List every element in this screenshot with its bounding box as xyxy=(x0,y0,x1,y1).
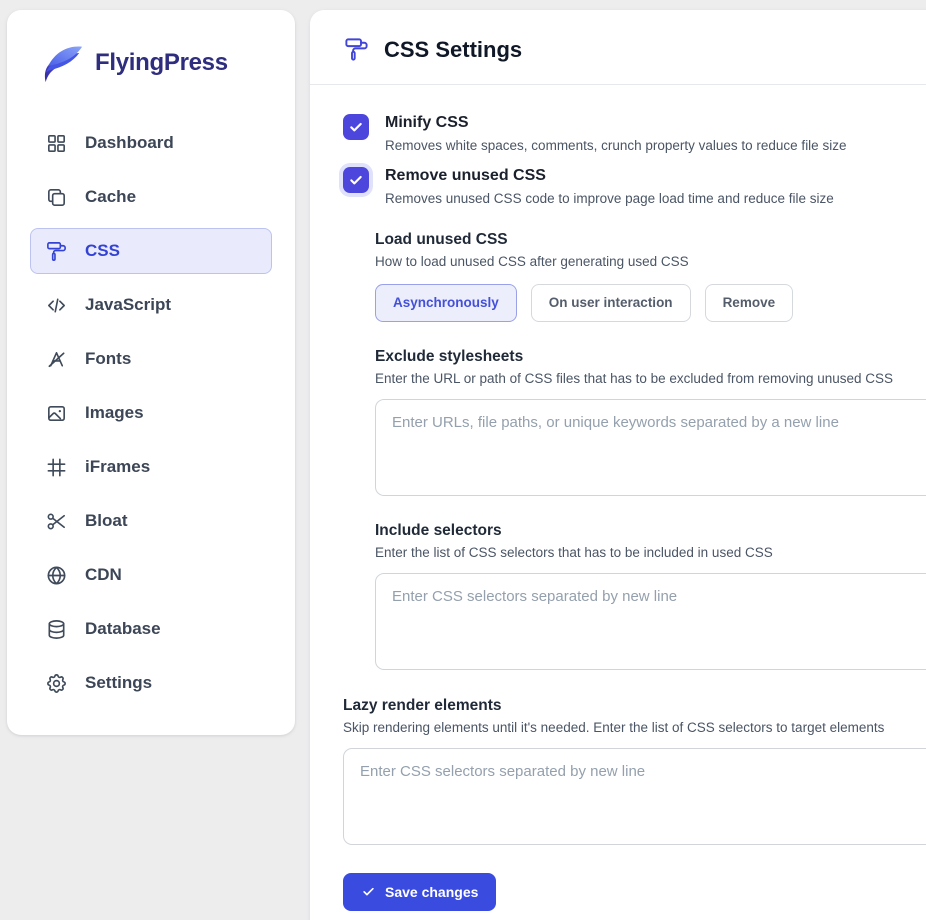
frame-icon xyxy=(45,456,68,479)
sidebar-item-label: Cache xyxy=(85,187,137,206)
include-selectors-field: Include selectors Enter the list of CSS … xyxy=(375,522,926,670)
logo-text: FlyingPress xyxy=(95,49,228,76)
exclude-stylesheets-textarea[interactable] xyxy=(375,398,926,496)
database-icon xyxy=(45,618,68,641)
sidebar-item-javascript[interactable]: JavaScript xyxy=(30,282,272,328)
grid-icon xyxy=(45,132,68,155)
globe-icon xyxy=(45,564,68,587)
lazy-render-label: Lazy render elements xyxy=(343,696,502,714)
sidebar-item-images[interactable]: Images xyxy=(30,390,272,436)
paint-roller-icon xyxy=(343,36,370,63)
gear-icon xyxy=(45,672,68,695)
sidebar-item-label: JavaScript xyxy=(85,295,171,314)
paint-roller-icon xyxy=(45,240,68,263)
letter-a-icon xyxy=(45,348,68,371)
scissors-icon xyxy=(45,510,68,533)
save-changes-button[interactable]: Save changes xyxy=(343,872,497,911)
flyingpress-wing-icon xyxy=(38,40,84,86)
lazy-render-field: Lazy render elements Skip rendering elem… xyxy=(343,697,926,845)
sidebar-item-database[interactable]: Database xyxy=(30,606,272,652)
sidebar-item-label: Fonts xyxy=(85,349,132,368)
exclude-stylesheets-description: Enter the URL or path of CSS files that … xyxy=(375,370,894,386)
sidebar-item-label: iFrames xyxy=(85,457,151,476)
sidebar-item-cdn[interactable]: CDN xyxy=(30,552,272,598)
photo-icon xyxy=(45,402,68,425)
sidebar-item-label: CSS xyxy=(85,241,120,260)
option-remove[interactable]: Remove xyxy=(704,283,794,322)
sidebar-nav: Dashboard Cache CSS JavaScript Fonts Ima… xyxy=(30,120,272,706)
sidebar-item-label: Settings xyxy=(85,673,153,692)
check-icon xyxy=(361,884,376,899)
copy-icon xyxy=(45,186,68,209)
remove-unused-css-row: Remove unused CSS Removes unused CSS cod… xyxy=(343,166,926,206)
sidebar-item-label: Dashboard xyxy=(85,133,174,152)
minify-css-checkbox[interactable] xyxy=(343,114,369,140)
lazy-render-description: Skip rendering elements until it's neede… xyxy=(343,719,885,735)
sidebar-item-css[interactable]: CSS xyxy=(30,228,272,274)
page-header: CSS Settings xyxy=(310,10,926,85)
exclude-stylesheets-field: Exclude stylesheets Enter the URL or pat… xyxy=(375,348,926,496)
load-unused-css-group: Load unused CSS How to load unused CSS a… xyxy=(375,231,926,322)
sidebar: FlyingPress Dashboard Cache CSS JavaScri… xyxy=(7,10,295,735)
minify-css-label: Minify CSS xyxy=(385,114,469,131)
load-unused-css-options: Asynchronously On user interaction Remov… xyxy=(375,283,926,322)
save-changes-label: Save changes xyxy=(385,883,479,900)
sidebar-item-bloat[interactable]: Bloat xyxy=(30,498,272,544)
load-unused-css-description: How to load unused CSS after generating … xyxy=(375,253,689,269)
code-icon xyxy=(45,294,68,317)
include-selectors-description: Enter the list of CSS selectors that has… xyxy=(375,544,773,560)
remove-unused-css-description: Removes unused CSS code to improve page … xyxy=(385,190,834,206)
sidebar-item-label: Images xyxy=(85,403,144,422)
sidebar-item-fonts[interactable]: Fonts xyxy=(30,336,272,382)
minify-css-description: Removes white spaces, comments, crunch p… xyxy=(385,137,847,153)
option-on-user-interaction[interactable]: On user interaction xyxy=(530,283,691,322)
load-unused-css-label: Load unused CSS xyxy=(375,230,508,248)
check-icon xyxy=(348,119,364,135)
include-selectors-textarea[interactable] xyxy=(375,572,926,670)
page-title: CSS Settings xyxy=(384,36,523,62)
sidebar-item-iframes[interactable]: iFrames xyxy=(30,444,272,490)
lazy-render-textarea[interactable] xyxy=(343,747,926,845)
sidebar-item-cache[interactable]: Cache xyxy=(30,174,272,220)
exclude-stylesheets-label: Exclude stylesheets xyxy=(375,347,524,365)
remove-unused-css-checkbox[interactable] xyxy=(343,166,369,193)
sidebar-item-label: CDN xyxy=(85,565,122,584)
sidebar-item-dashboard[interactable]: Dashboard xyxy=(30,120,272,166)
option-asynchronously[interactable]: Asynchronously xyxy=(375,283,517,322)
main-content: CSS Settings Minify CSS Removes white sp… xyxy=(310,10,926,920)
sidebar-item-label: Bloat xyxy=(85,511,128,530)
logo: FlyingPress xyxy=(30,40,272,86)
sidebar-item-settings[interactable]: Settings xyxy=(30,660,272,706)
check-icon xyxy=(348,172,364,188)
remove-unused-css-label: Remove unused CSS xyxy=(385,166,546,184)
include-selectors-label: Include selectors xyxy=(375,521,502,539)
sidebar-item-label: Database xyxy=(85,619,161,638)
minify-css-row: Minify CSS Removes white spaces, comment… xyxy=(343,113,926,153)
